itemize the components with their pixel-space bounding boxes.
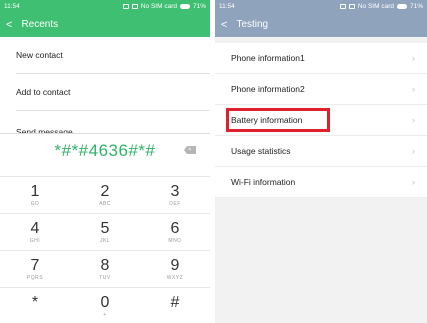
key-3[interactable]: 3 DEF [140, 177, 210, 213]
key-letters: + [103, 312, 107, 318]
key-digit: 7 [30, 257, 40, 274]
wifi-information-item[interactable]: Wi-Fi information › [215, 167, 427, 198]
notification-icon [339, 3, 346, 9]
usage-statistics-item[interactable]: Usage statistics › [215, 136, 427, 167]
notification-icon [122, 3, 129, 9]
dialed-number: *#*#4636#*# [54, 141, 156, 160]
key-digit: 6 [170, 220, 180, 237]
chevron-right-icon: › [412, 146, 415, 156]
key-letters: PQRS [26, 275, 44, 281]
key-7[interactable]: 7 PQRS [0, 251, 70, 287]
alarm-icon [348, 3, 355, 9]
status-bar: 11:54 No SIM card 71% [0, 0, 210, 12]
item-label: Usage statistics [231, 146, 291, 156]
key-digit: 3 [170, 183, 180, 200]
add-to-contact-item[interactable]: Add to contact [0, 74, 210, 110]
item-label: Phone information2 [231, 84, 305, 94]
key-9[interactable]: 9 WXYZ [140, 251, 210, 287]
key-digit: 4 [30, 220, 40, 237]
app-bar: < Recents [0, 12, 210, 37]
chevron-right-icon: › [412, 177, 415, 187]
key-6[interactable]: 6 MNO [140, 214, 210, 250]
keypad-row: 7 PQRS 8 TUV 9 WXYZ [0, 250, 210, 287]
back-icon[interactable]: < [221, 19, 227, 31]
item-label: Wi-Fi information [231, 177, 296, 187]
key-star[interactable]: * [0, 288, 70, 323]
key-digit: 9 [170, 257, 180, 274]
key-digit: * [31, 294, 39, 311]
sim-status: No SIM card [140, 2, 177, 10]
key-letters: TUV [99, 275, 111, 281]
status-bar: 11:54 No SIM card 71% [215, 0, 427, 12]
dial-input[interactable]: *#*#4636#*# × [0, 134, 210, 168]
battery-level: 71% [192, 2, 206, 10]
highlight-box [226, 108, 330, 132]
key-4[interactable]: 4 GHI [0, 214, 70, 250]
keypad: 1 GD 2 ABC 3 DEF 4 GHI 5 JKL 6 MNO 7 PQRS 8 TUV … [0, 176, 210, 323]
key-letters: ABC [99, 201, 111, 207]
key-1[interactable]: 1 GD [0, 177, 70, 213]
backspace-icon[interactable]: × [184, 146, 196, 154]
alarm-icon [131, 3, 138, 9]
phone-information2-item[interactable]: Phone information2 › [215, 74, 427, 105]
key-letters: GD [30, 201, 40, 207]
battery-icon [396, 3, 407, 9]
key-digit: 8 [100, 257, 110, 274]
key-8[interactable]: 8 TUV [70, 251, 140, 287]
key-letters: GHI [29, 238, 41, 244]
key-digit: # [170, 294, 180, 311]
key-letters: WXYZ [166, 275, 184, 281]
dialer-screen: 11:54 No SIM card 71% < Recents New cont… [0, 0, 210, 323]
sim-status: No SIM card [357, 2, 394, 10]
item-label: Phone information1 [231, 53, 305, 63]
status-time: 11:54 [219, 2, 235, 10]
key-digit: 2 [100, 183, 110, 200]
key-letters: MNO [168, 238, 182, 244]
battery-icon [179, 3, 190, 9]
keypad-row: 4 GHI 5 JKL 6 MNO [0, 213, 210, 250]
key-hash[interactable]: # [140, 288, 210, 323]
status-time: 11:54 [4, 2, 20, 10]
new-contact-item[interactable]: New contact [0, 37, 210, 73]
testing-screen: 11:54 No SIM card 71% < Testing Phone in… [215, 0, 427, 323]
chevron-right-icon: › [412, 84, 415, 94]
key-0[interactable]: 0 + [70, 288, 140, 323]
app-bar: < Testing [215, 12, 427, 37]
chevron-right-icon: › [412, 53, 415, 63]
keypad-row: 1 GD 2 ABC 3 DEF [0, 176, 210, 213]
keypad-row: * 0 + # [0, 287, 210, 323]
key-letters: DEF [169, 201, 181, 207]
key-digit: 5 [100, 220, 110, 237]
key-2[interactable]: 2 ABC [70, 177, 140, 213]
phone-information1-item[interactable]: Phone information1 › [215, 43, 427, 74]
page-title: Testing [236, 19, 269, 30]
key-5[interactable]: 5 JKL [70, 214, 140, 250]
key-digit: 0 [100, 294, 110, 311]
key-digit: 1 [30, 183, 40, 200]
back-icon[interactable]: < [6, 19, 12, 31]
battery-level: 71% [409, 2, 423, 10]
page-title: Recents [21, 19, 59, 30]
chevron-right-icon: › [412, 115, 415, 125]
dialpad-area: *#*#4636#*# × 1 GD 2 ABC 3 DEF 4 GHI 5 JKL 6M… [0, 133, 210, 323]
key-letters: JKL [99, 238, 111, 244]
battery-information-item[interactable]: Battery information › [215, 105, 427, 136]
